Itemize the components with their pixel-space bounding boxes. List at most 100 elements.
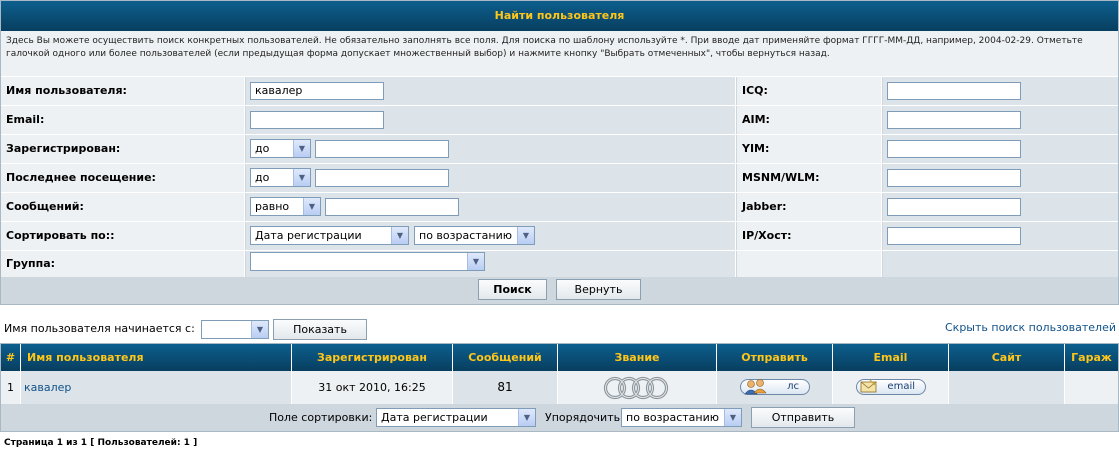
- chevron-down-icon: ▼: [391, 227, 408, 244]
- sort-dir-select[interactable]: по возрастанию ▼: [414, 226, 535, 245]
- col-header-posts[interactable]: Сообщений: [453, 344, 558, 371]
- yim-label: YIM:: [737, 135, 882, 163]
- registered-op-value: до: [255, 142, 270, 155]
- msnm-input[interactable]: [887, 169, 1021, 187]
- sort-key-value: Дата регистрации: [255, 229, 362, 242]
- icq-label: ICQ:: [737, 77, 882, 105]
- row-site: [949, 371, 1065, 404]
- search-panel: Найти пользователя Здесь Вы можете осуще…: [0, 0, 1119, 305]
- last-visit-op-select[interactable]: до ▼: [250, 168, 311, 187]
- col-header-send: Отправить: [717, 344, 833, 371]
- user-link[interactable]: кавалер: [24, 381, 71, 394]
- aim-label: AIM:: [737, 106, 882, 134]
- ip-input[interactable]: [887, 227, 1021, 245]
- row-sort: Сортировать по:: Дата регистрации ▼ по во…: [1, 222, 1118, 251]
- col-header-site[interactable]: Сайт: [949, 344, 1065, 371]
- posts-op-select[interactable]: равно ▼: [250, 197, 321, 216]
- yim-input[interactable]: [887, 140, 1021, 158]
- ip-label: IP/Хост:: [737, 222, 882, 250]
- row-email: email: [833, 371, 949, 404]
- table-row: 1 кавалер 31 окт 2010, 16:25 81 лс email: [1, 371, 1118, 404]
- sort-field-label: Поле сортировки:: [269, 411, 373, 424]
- chevron-down-icon: ▼: [251, 321, 268, 338]
- email-label: Email:: [1, 106, 245, 134]
- group-select[interactable]: ▼: [250, 252, 485, 271]
- row-group: Группа: ▼: [1, 251, 1118, 277]
- footer-sort-value: Дата регистрации: [381, 411, 488, 424]
- table-footer: Поле сортировки: Дата регистрации ▼ Упоря…: [1, 404, 1118, 431]
- username-input[interactable]: кавалер: [250, 82, 384, 100]
- group-label: Группа:: [1, 251, 245, 277]
- posts-label: Сообщений:: [1, 193, 245, 221]
- chevron-down-icon: ▼: [293, 140, 310, 157]
- row-last-visit: Последнее посещение: до ▼ MSNM/WLM:: [1, 164, 1118, 193]
- posts-op-value: равно: [255, 200, 290, 213]
- col-header-email: Email: [833, 344, 949, 371]
- search-buttons-row: Поиск Вернуть: [1, 277, 1118, 304]
- chevron-down-icon: ▼: [293, 169, 310, 186]
- last-visit-label: Последнее посещение:: [1, 164, 245, 192]
- empty-cell: [737, 251, 882, 277]
- username-label: Имя пользователя:: [1, 77, 245, 105]
- order-label: Упорядочить: [545, 411, 621, 424]
- row-username: Имя пользователя: кавалер ICQ:: [1, 77, 1118, 106]
- registered-label: Зарегистрирован:: [1, 135, 245, 163]
- row-registered: Зарегистрирован: до ▼ YIM:: [1, 135, 1118, 164]
- search-title: Найти пользователя: [1, 1, 1118, 31]
- chevron-down-icon: ▼: [517, 227, 534, 244]
- submit-sort-button[interactable]: Отправить: [751, 407, 855, 428]
- last-visit-op-value: до: [255, 171, 270, 184]
- icq-input[interactable]: [887, 82, 1021, 100]
- pagination-text: Страница 1 из 1 [ Пользователей: 1 ]: [4, 438, 198, 448]
- search-button[interactable]: Поиск: [478, 279, 547, 300]
- row-rank: [558, 371, 717, 404]
- col-header-num: #: [1, 344, 21, 371]
- users-table: # Имя пользователя Зарегистрирован Сообщ…: [0, 343, 1119, 432]
- envelope-icon: [860, 379, 877, 393]
- starts-with-select[interactable]: ▼: [201, 320, 269, 339]
- show-button[interactable]: Показать: [273, 319, 367, 340]
- row-garage: [1065, 371, 1118, 404]
- registered-date-input[interactable]: [315, 140, 449, 158]
- jabber-input[interactable]: [887, 198, 1021, 216]
- registered-op-select[interactable]: до ▼: [250, 139, 311, 158]
- table-header: # Имя пользователя Зарегистрирован Сообщ…: [1, 344, 1118, 371]
- chevron-down-icon: ▼: [724, 409, 741, 426]
- search-intro: Здесь Вы можете осуществить поиск конкре…: [1, 31, 1118, 77]
- row-registered: 31 окт 2010, 16:25: [292, 371, 453, 404]
- email-button[interactable]: email: [856, 379, 926, 395]
- chevron-down-icon: ▼: [518, 409, 535, 426]
- hide-search-link[interactable]: Скрыть поиск пользователей: [940, 321, 1116, 335]
- msnm-label: MSNM/WLM:: [737, 164, 882, 192]
- sort-dir-value: по возрастанию: [419, 229, 513, 242]
- email-input[interactable]: [250, 111, 384, 129]
- aim-input[interactable]: [887, 111, 1021, 129]
- row-posts: Сообщений: равно ▼ Jabber:: [1, 193, 1118, 222]
- footer-sort-select[interactable]: Дата регистрации ▼: [376, 408, 536, 427]
- sort-label: Сортировать по::: [1, 222, 245, 250]
- last-visit-date-input[interactable]: [315, 169, 449, 187]
- row-posts: 81: [453, 371, 558, 404]
- reset-button[interactable]: Вернуть: [556, 279, 641, 300]
- email-label-text: email: [887, 381, 915, 392]
- posts-count-input[interactable]: [325, 198, 459, 216]
- row-send: лс: [717, 371, 833, 404]
- sort-key-select[interactable]: Дата регистрации ▼: [250, 226, 409, 245]
- pm-button[interactable]: лс: [740, 379, 810, 395]
- pm-label: лс: [787, 381, 799, 392]
- footer-order-select[interactable]: по возрастанию ▼: [621, 408, 742, 427]
- chevron-down-icon: ▼: [467, 253, 484, 270]
- row-num: 1: [1, 371, 21, 404]
- col-header-rank[interactable]: Звание: [558, 344, 717, 371]
- row-email: Email: AIM:: [1, 106, 1118, 135]
- jabber-label: Jabber:: [737, 193, 882, 221]
- users-icon: [744, 379, 767, 395]
- audi-rings-icon: [603, 376, 669, 400]
- footer-order-value: по возрастанию: [626, 411, 720, 424]
- col-header-registered[interactable]: Зарегистрирован: [292, 344, 453, 371]
- col-header-garage: Гараж: [1071, 351, 1112, 364]
- chevron-down-icon: ▼: [303, 198, 320, 215]
- starts-with-label: Имя пользователя начинается с:: [4, 322, 195, 335]
- col-header-username[interactable]: Имя пользователя: [21, 344, 292, 371]
- empty-cell: [883, 251, 1118, 277]
